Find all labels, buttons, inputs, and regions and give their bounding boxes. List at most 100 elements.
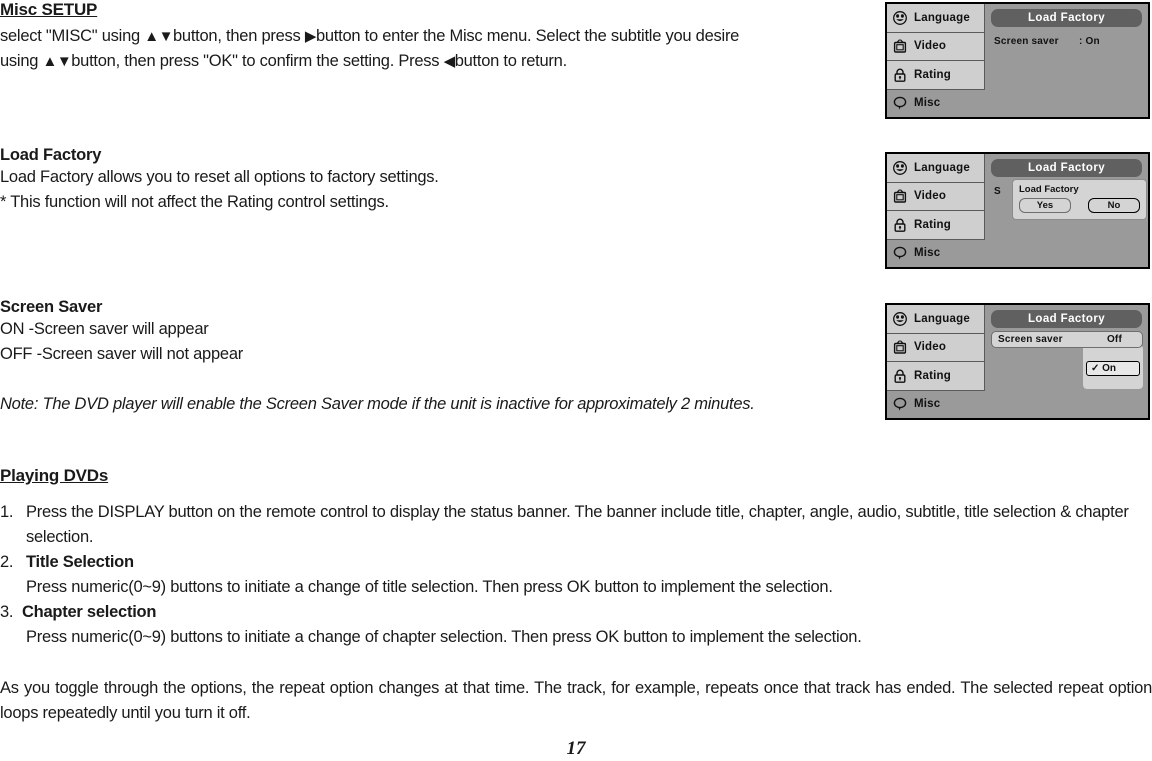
step-title: Chapter selection (22, 603, 157, 621)
television-icon (893, 189, 907, 203)
sidebar-item-misc[interactable]: Misc (887, 390, 985, 418)
misc-setup-line2-part-a: using (0, 52, 43, 70)
section-playing-dvds: Playing DVDs 1. Press the DISPLAY button… (0, 466, 1152, 650)
osd-content-3: Load Factory ✓ On Screen saver Off (985, 305, 1148, 418)
sidebar-item-rating[interactable]: Rating (887, 61, 985, 90)
sidebar-item-label: Misc (914, 398, 941, 411)
sidebar-item-misc[interactable]: Misc (887, 89, 985, 117)
section-load-factory: Load Factory Load Factory allows you to … (0, 146, 860, 215)
sidebar-item-rating[interactable]: Rating (887, 362, 985, 391)
step-number: 2. (0, 553, 14, 571)
load-factory-confirm-dialog: Load Factory Yes No (1012, 179, 1147, 220)
dropdown-value: Off (1106, 334, 1122, 345)
sidebar-item-label: Video (914, 40, 947, 53)
sidebar-item-label: Misc (914, 247, 941, 260)
osd-content-2: Load Factory S Load Factory Yes No (985, 154, 1148, 267)
sidebar-item-label: Rating (914, 68, 951, 81)
sidebar-item-language[interactable]: Language (887, 305, 985, 334)
dropdown-selected-row[interactable]: Screen saver Off (991, 331, 1143, 348)
speech-bubble-icon (893, 246, 907, 260)
smiley-face-icon (893, 160, 907, 175)
sidebar-item-label: Rating (914, 218, 951, 231)
osd-setting-label: Screen saver (994, 36, 1059, 47)
load-factory-line-2: * This function will not affect the Rati… (0, 193, 389, 211)
dialog-button-row: Yes No (1019, 198, 1140, 213)
dropdown-option-list: ✓ On (1083, 345, 1143, 389)
osd-content-1: Load Factory Screen saver : On (985, 4, 1148, 117)
playing-dvds-step-list: 1. Press the DISPLAY button on the remot… (0, 500, 1152, 650)
television-icon (893, 39, 907, 53)
sidebar-item-language[interactable]: Language (887, 154, 985, 183)
section-heading-load-factory: Load Factory (0, 146, 102, 164)
page-number: 17 (566, 738, 586, 759)
sidebar-item-label: Language (914, 161, 970, 174)
sidebar-item-label: Language (914, 11, 970, 24)
osd-title-bar: Load Factory (991, 310, 1142, 328)
television-icon (893, 340, 907, 354)
padlock-icon (894, 218, 906, 232)
section-misc-setup: Misc SETUP select "MISC" using ▲▼button,… (0, 0, 880, 74)
sidebar-item-label: Language (914, 312, 970, 325)
section-heading-screen-saver: Screen Saver (0, 298, 103, 316)
smiley-face-icon (893, 10, 907, 25)
misc-setup-line2-part-c: button to return. (454, 52, 568, 70)
screen-saver-dropdown: ✓ On Screen saver Off (991, 331, 1143, 389)
load-factory-line-1: Load Factory allows you to reset all opt… (0, 168, 439, 186)
osd-menu-panel-3: Language Video Rating Misc Load Factory … (885, 303, 1150, 420)
osd-sidebar-2: Language Video Rating Misc (887, 154, 985, 267)
osd-setting-value: : On (1079, 36, 1100, 47)
step-number: 3. (0, 603, 14, 621)
section-screen-saver: Screen Saver ON -Screen saver will appea… (0, 298, 860, 417)
misc-setup-line1-part-c: button to enter the Misc menu. Select th… (315, 27, 740, 45)
up-down-arrow-icon-2: ▲▼ (42, 53, 72, 70)
sidebar-item-label: Video (914, 341, 947, 354)
speech-bubble-icon (893, 397, 907, 411)
step-text: Press numeric(0~9) buttons to initiate a… (26, 578, 833, 596)
right-arrow-icon: ▶ (304, 28, 317, 45)
osd-sidebar-1: Language Video Rating Misc (887, 4, 985, 117)
dropdown-option-on[interactable]: ✓ On (1086, 361, 1140, 376)
padlock-icon (894, 68, 906, 82)
no-button[interactable]: No (1088, 198, 1140, 213)
sidebar-item-language[interactable]: Language (887, 4, 985, 33)
sidebar-item-video[interactable]: Video (887, 333, 985, 362)
step-title: Title Selection (26, 553, 134, 571)
step-text: Press numeric(0~9) buttons to initiate a… (26, 628, 862, 646)
osd-sidebar-3: Language Video Rating Misc (887, 305, 985, 418)
left-arrow-icon: ◀ (443, 53, 456, 70)
speech-bubble-icon (893, 96, 907, 110)
misc-setup-line1-part-a: select "MISC" using (0, 27, 145, 45)
step-text: Press the DISPLAY button on the remote c… (26, 503, 1129, 546)
osd-menu-panel-2: Language Video Rating Misc Load Factory … (885, 152, 1150, 269)
section-heading-misc-setup: Misc SETUP (0, 0, 98, 19)
misc-setup-line-2: using ▲▼button, then press "OK" to confi… (0, 49, 880, 74)
dropdown-label: Screen saver (998, 334, 1063, 345)
yes-button[interactable]: Yes (1019, 198, 1071, 213)
osd-menu-panel-1: Language Video Rating Misc Load Factory … (885, 2, 1150, 119)
osd-setting-row-screen-saver[interactable]: Screen saver : On (991, 36, 1142, 47)
sidebar-item-video[interactable]: Video (887, 32, 985, 61)
section-heading-playing-dvds: Playing DVDs (0, 466, 109, 485)
sidebar-item-rating[interactable]: Rating (887, 211, 985, 240)
closing-paragraph: As you toggle through the options, the r… (0, 679, 1152, 722)
list-item: 1. Press the DISPLAY button on the remot… (0, 500, 1152, 550)
sidebar-item-video[interactable]: Video (887, 182, 985, 211)
screen-saver-note: Note: The DVD player will enable the Scr… (0, 395, 755, 413)
osd-title-bar: Load Factory (991, 9, 1142, 27)
misc-setup-line1-part-b: button, then press (172, 27, 305, 45)
sidebar-item-misc[interactable]: Misc (887, 239, 985, 267)
misc-setup-line-1: select "MISC" using ▲▼button, then press… (0, 24, 880, 49)
list-item: 2. Title Selection Press numeric(0~9) bu… (0, 550, 1152, 600)
list-item: 3. Chapter selection Press numeric(0~9) … (0, 600, 1152, 650)
sidebar-item-label: Misc (914, 97, 941, 110)
screen-saver-line-off: OFF -Screen saver will not appear (0, 345, 244, 363)
smiley-face-icon (893, 311, 907, 326)
up-down-arrow-icon: ▲▼ (144, 28, 173, 45)
screen-saver-line-on: ON -Screen saver will appear (0, 320, 209, 338)
sidebar-item-label: Rating (914, 369, 951, 382)
osd-title-bar: Load Factory (991, 159, 1142, 177)
dialog-title: Load Factory (1019, 184, 1079, 195)
misc-setup-line2-part-b: button, then press "OK" to confirm the s… (71, 52, 444, 70)
step-number: 1. (0, 503, 14, 521)
sidebar-item-label: Video (914, 190, 947, 203)
